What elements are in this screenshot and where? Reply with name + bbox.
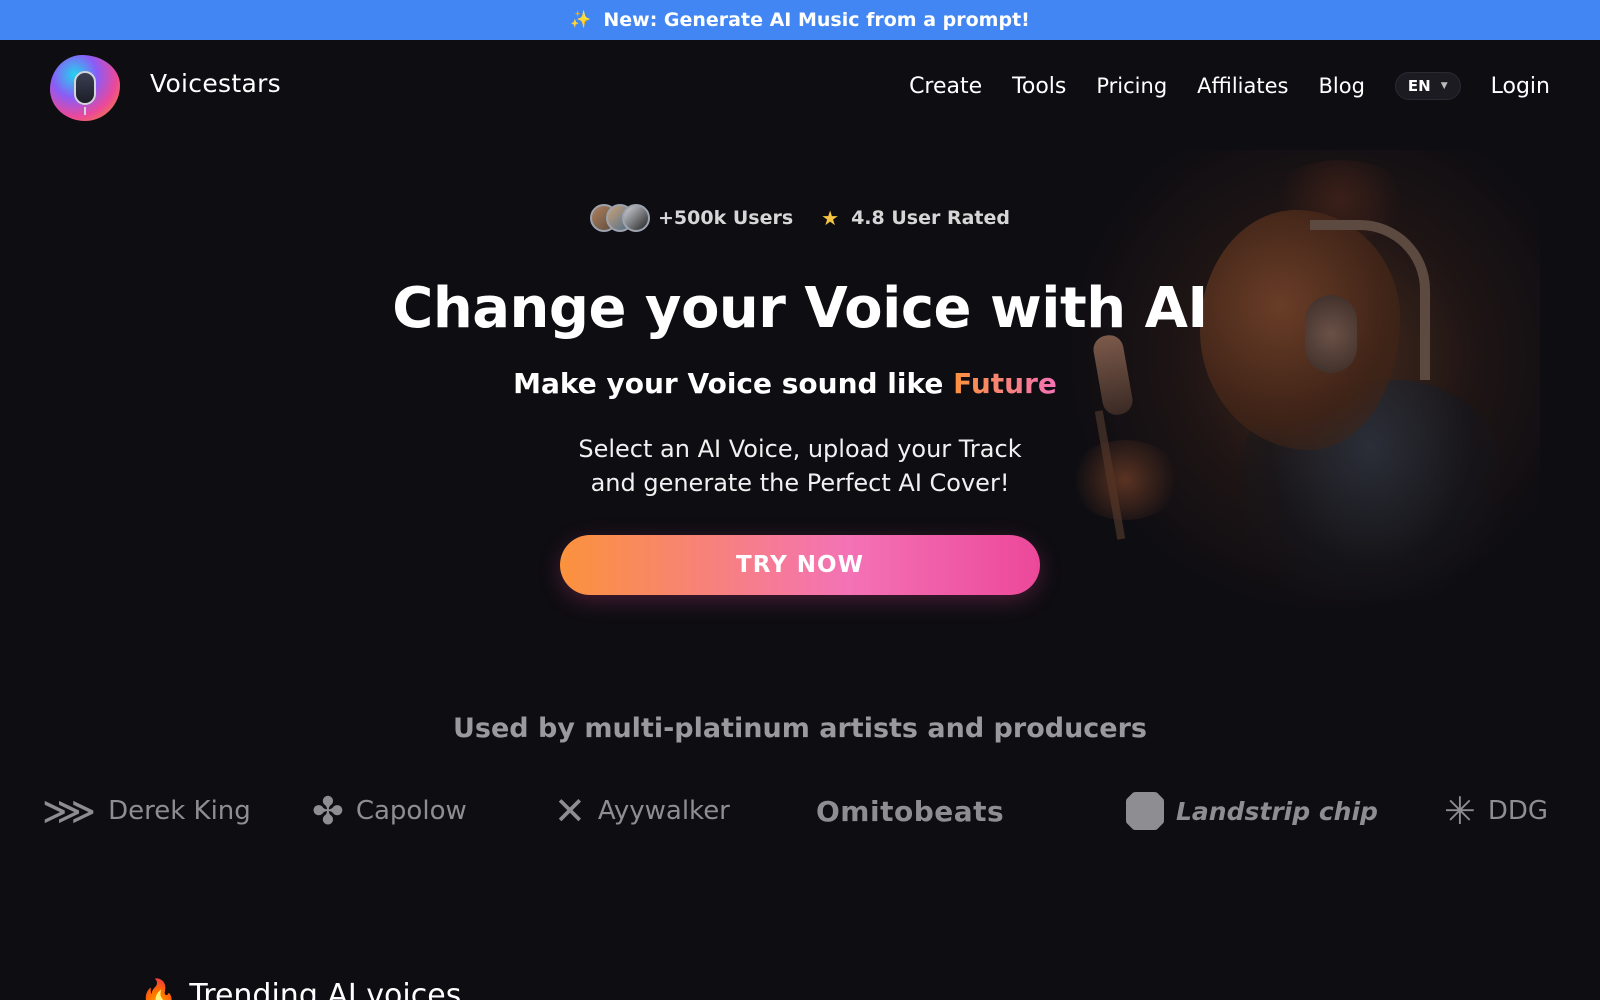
brand-name-text: Landstrip chip [1176, 796, 1378, 826]
brand-name-text: DDG [1487, 796, 1549, 826]
rating-text: 4.8 User Rated [851, 207, 1010, 229]
avatar [622, 204, 650, 232]
sparkles-icon: ✨ [570, 10, 592, 30]
top-navigation: Voicestars Create Tools Pricing Affiliat… [0, 40, 1600, 132]
announcement-text: New: Generate AI Music from a prompt! [603, 9, 1030, 31]
brand-logo-capolow: ✤ Capolow [312, 785, 467, 837]
nav-link-blog[interactable]: Blog [1318, 74, 1364, 98]
hero-subtitle: Make your Voice sound like Future [0, 367, 1570, 400]
users-count: +500k Users [658, 207, 794, 229]
nav-link-pricing[interactable]: Pricing [1096, 74, 1167, 98]
nav-links: Create Tools Pricing Affiliates Blog EN … [909, 66, 1550, 106]
caret-down-icon: ▼ [1440, 81, 1448, 91]
hero-description-line-2: and generate the Perfect AI Cover! [590, 469, 1010, 497]
rating-stat: ★ 4.8 User Rated [821, 206, 1010, 230]
brand-logo-omitobeats: Omitobeats [816, 785, 1004, 837]
brand-name-text: Omitobeats [816, 794, 1005, 828]
voicestars-logo-icon[interactable] [50, 55, 120, 121]
hero-stats: +500k Users ★ 4.8 User Rated [0, 200, 1600, 236]
users-stat: +500k Users [590, 204, 793, 232]
x-shape-icon: ✕ [554, 789, 586, 833]
language-code: EN [1407, 77, 1431, 95]
user-avatars [590, 204, 650, 232]
login-link[interactable]: Login [1491, 74, 1550, 99]
hero-subtitle-accent: Future [953, 367, 1057, 400]
fire-icon: 🔥 [140, 978, 178, 1000]
microphone-icon [74, 71, 96, 115]
double-chevron-icon: ⋙ [42, 789, 97, 833]
hero-description-line-1: Select an AI Voice, upload your Track [578, 435, 1022, 463]
language-selector[interactable]: EN ▼ [1394, 72, 1461, 100]
star-icon: ★ [821, 206, 840, 230]
announcement-bar[interactable]: ✨ New: Generate AI Music from a prompt! [0, 0, 1600, 40]
brand-name-text: Capolow [355, 796, 467, 826]
nav-link-create[interactable]: Create [909, 74, 982, 99]
trending-heading: 🔥 Trending AI voices [140, 978, 461, 1000]
social-proof-heading: Used by multi-platinum artists and produ… [452, 713, 1148, 744]
brand-logo-ddg: ✳ DDG [1444, 785, 1548, 837]
trending-title: Trending AI voices [189, 978, 462, 1000]
brand-logo-ayywalker: ✕ Ayywalker [554, 785, 730, 837]
brand-name-text: Derek King [108, 796, 251, 826]
four-circles-icon: ✤ [312, 789, 344, 833]
hero-title: Change your Voice with AI [392, 276, 1208, 341]
brand-logos: ⋙ Derek King ✤ Capolow ✕ Ayywalker Omito… [40, 785, 1560, 837]
nav-link-tools[interactable]: Tools [1012, 74, 1066, 99]
try-now-button[interactable]: TRY NOW [560, 535, 1040, 595]
nav-link-affiliates[interactable]: Affiliates [1197, 74, 1288, 98]
hero-subtitle-prefix: Make your Voice sound like [513, 367, 954, 400]
brand-name[interactable]: Voicestars [150, 69, 281, 98]
asterisk-icon: ✳ [1444, 789, 1476, 833]
brand-logo-derek-king: ⋙ Derek King [42, 785, 251, 837]
rounded-square-icon [1126, 792, 1164, 830]
brand-name-text: Ayywalker [597, 796, 730, 826]
hero-description: Select an AI Voice, upload your Track an… [0, 432, 1600, 500]
brand-logo-landstrip-chip: Landstrip chip [1126, 785, 1378, 837]
